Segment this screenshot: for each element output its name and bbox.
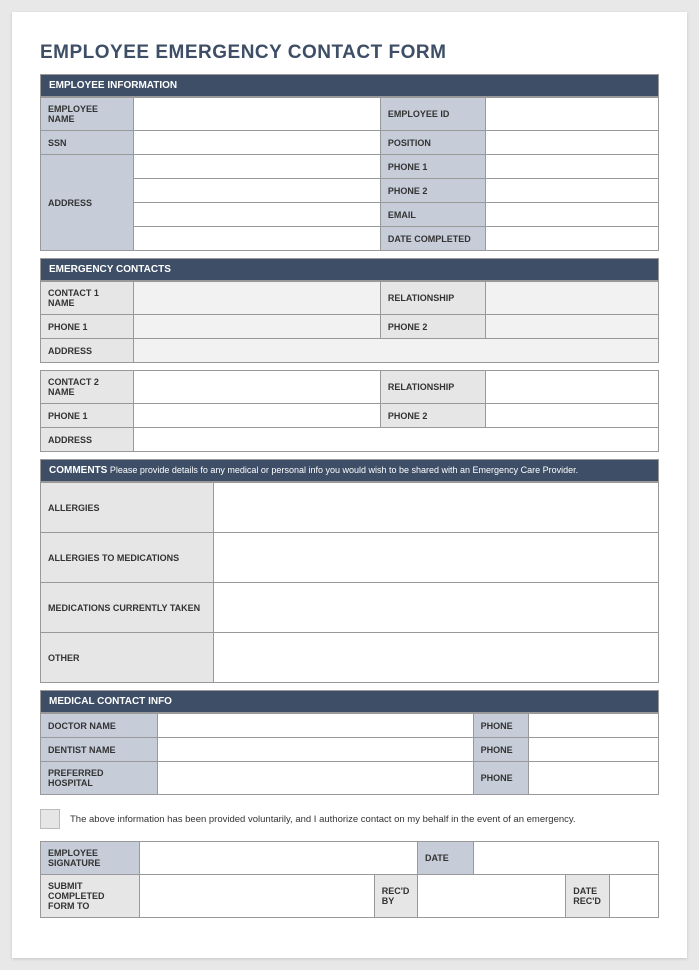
label-c2-phone1: PHONE 1 (41, 404, 134, 428)
label-allergies: ALLERGIES (41, 483, 214, 533)
label-signature: EMPLOYEE SIGNATURE (41, 842, 140, 875)
form-page: EMPLOYEE EMERGENCY CONTACT FORM EMPLOYEE… (12, 12, 687, 958)
input-meds-taken[interactable] (214, 583, 659, 633)
label-doctor-name: DOCTOR NAME (41, 714, 158, 738)
label-submit-to: SUBMIT COMPLETED FORM TO (41, 875, 140, 918)
emergency-contacts-table: CONTACT 1 NAME RELATIONSHIP PHONE 1 PHON… (40, 281, 659, 363)
label-email: EMAIL (380, 203, 485, 227)
label-meds-taken: MEDICATIONS CURRENTLY TAKEN (41, 583, 214, 633)
input-c2-phone2[interactable] (485, 404, 658, 428)
medical-table: DOCTOR NAME PHONE DENTIST NAME PHONE PRE… (40, 713, 659, 795)
input-allergies-meds[interactable] (214, 533, 659, 583)
label-c2-address: ADDRESS (41, 428, 134, 452)
input-preferred-hospital[interactable] (158, 762, 473, 795)
input-phone2[interactable] (485, 179, 658, 203)
input-allergies[interactable] (214, 483, 659, 533)
section-header-medical: MEDICAL CONTACT INFO (40, 690, 659, 713)
label-doctor-phone: PHONE (473, 714, 529, 738)
authorization-text: The above information has been provided … (70, 814, 576, 825)
input-dentist-phone[interactable] (529, 738, 659, 762)
input-email[interactable] (485, 203, 658, 227)
input-hospital-phone[interactable] (529, 762, 659, 795)
label-date: DATE (417, 842, 473, 875)
label-relationship-1: RELATIONSHIP (380, 282, 485, 315)
comments-subtext: Please provide details fo any medical or… (107, 465, 578, 475)
input-position[interactable] (485, 131, 658, 155)
section-header-employee-info: EMPLOYEE INFORMATION (40, 74, 659, 97)
input-employee-name[interactable] (133, 98, 380, 131)
label-hospital-phone: PHONE (473, 762, 529, 795)
input-other[interactable] (214, 633, 659, 683)
input-relationship-2[interactable] (485, 371, 658, 404)
input-signature[interactable] (139, 842, 417, 875)
label-c1-phone2: PHONE 2 (380, 315, 485, 339)
signature-table: EMPLOYEE SIGNATURE DATE (40, 841, 659, 875)
section-header-emergency-contacts: EMERGENCY CONTACTS (40, 258, 659, 281)
input-phone1[interactable] (485, 155, 658, 179)
label-date-completed: DATE COMPLETED (380, 227, 485, 251)
input-c1-address[interactable] (133, 339, 658, 363)
input-address-2[interactable] (133, 179, 380, 203)
input-doctor-name[interactable] (158, 714, 473, 738)
input-c2-address[interactable] (133, 428, 658, 452)
input-address-3[interactable] (133, 203, 380, 227)
input-contact2-name[interactable] (133, 371, 380, 404)
page-title: EMPLOYEE EMERGENCY CONTACT FORM (40, 42, 659, 64)
label-contact2-name: CONTACT 2 NAME (41, 371, 134, 404)
input-c1-phone2[interactable] (485, 315, 658, 339)
input-date-completed[interactable] (485, 227, 658, 251)
label-c2-phone2: PHONE 2 (380, 404, 485, 428)
input-relationship-1[interactable] (485, 282, 658, 315)
label-employee-name: EMPLOYEE NAME (41, 98, 134, 131)
label-dentist-phone: PHONE (473, 738, 529, 762)
employee-info-table: EMPLOYEE NAME EMPLOYEE ID SSN POSITION A… (40, 97, 659, 251)
comments-table: ALLERGIES ALLERGIES TO MEDICATIONS MEDIC… (40, 482, 659, 683)
input-ssn[interactable] (133, 131, 380, 155)
label-dentist-name: DENTIST NAME (41, 738, 158, 762)
label-address: ADDRESS (41, 155, 134, 251)
comments-header-text: COMMENTS (49, 465, 107, 476)
label-preferred-hospital: PREFERRED HOSPITAL (41, 762, 158, 795)
input-c1-phone1[interactable] (133, 315, 380, 339)
input-contact1-name[interactable] (133, 282, 380, 315)
input-date[interactable] (473, 842, 658, 875)
label-date-recd: DATE REC'D (566, 875, 609, 918)
input-recd-by[interactable] (417, 875, 565, 918)
label-contact1-name: CONTACT 1 NAME (41, 282, 134, 315)
label-recd-by: REC'D BY (374, 875, 417, 918)
label-c1-phone1: PHONE 1 (41, 315, 134, 339)
section-header-comments: COMMENTS Please provide details fo any m… (40, 459, 659, 482)
submit-table: SUBMIT COMPLETED FORM TO REC'D BY DATE R… (40, 875, 659, 918)
authorization-checkbox[interactable] (40, 809, 60, 829)
label-position: POSITION (380, 131, 485, 155)
input-address-1[interactable] (133, 155, 380, 179)
input-address-4[interactable] (133, 227, 380, 251)
input-date-recd[interactable] (609, 875, 658, 918)
label-employee-id: EMPLOYEE ID (380, 98, 485, 131)
label-allergies-meds: ALLERGIES TO MEDICATIONS (41, 533, 214, 583)
label-phone2: PHONE 2 (380, 179, 485, 203)
input-c2-phone1[interactable] (133, 404, 380, 428)
authorization-row: The above information has been provided … (40, 809, 659, 829)
label-other: OTHER (41, 633, 214, 683)
label-relationship-2: RELATIONSHIP (380, 371, 485, 404)
emergency-contacts-table-2: CONTACT 2 NAME RELATIONSHIP PHONE 1 PHON… (40, 370, 659, 452)
input-employee-id[interactable] (485, 98, 658, 131)
label-c1-address: ADDRESS (41, 339, 134, 363)
input-dentist-name[interactable] (158, 738, 473, 762)
input-submit-to[interactable] (139, 875, 374, 918)
label-ssn: SSN (41, 131, 134, 155)
label-phone1: PHONE 1 (380, 155, 485, 179)
input-doctor-phone[interactable] (529, 714, 659, 738)
